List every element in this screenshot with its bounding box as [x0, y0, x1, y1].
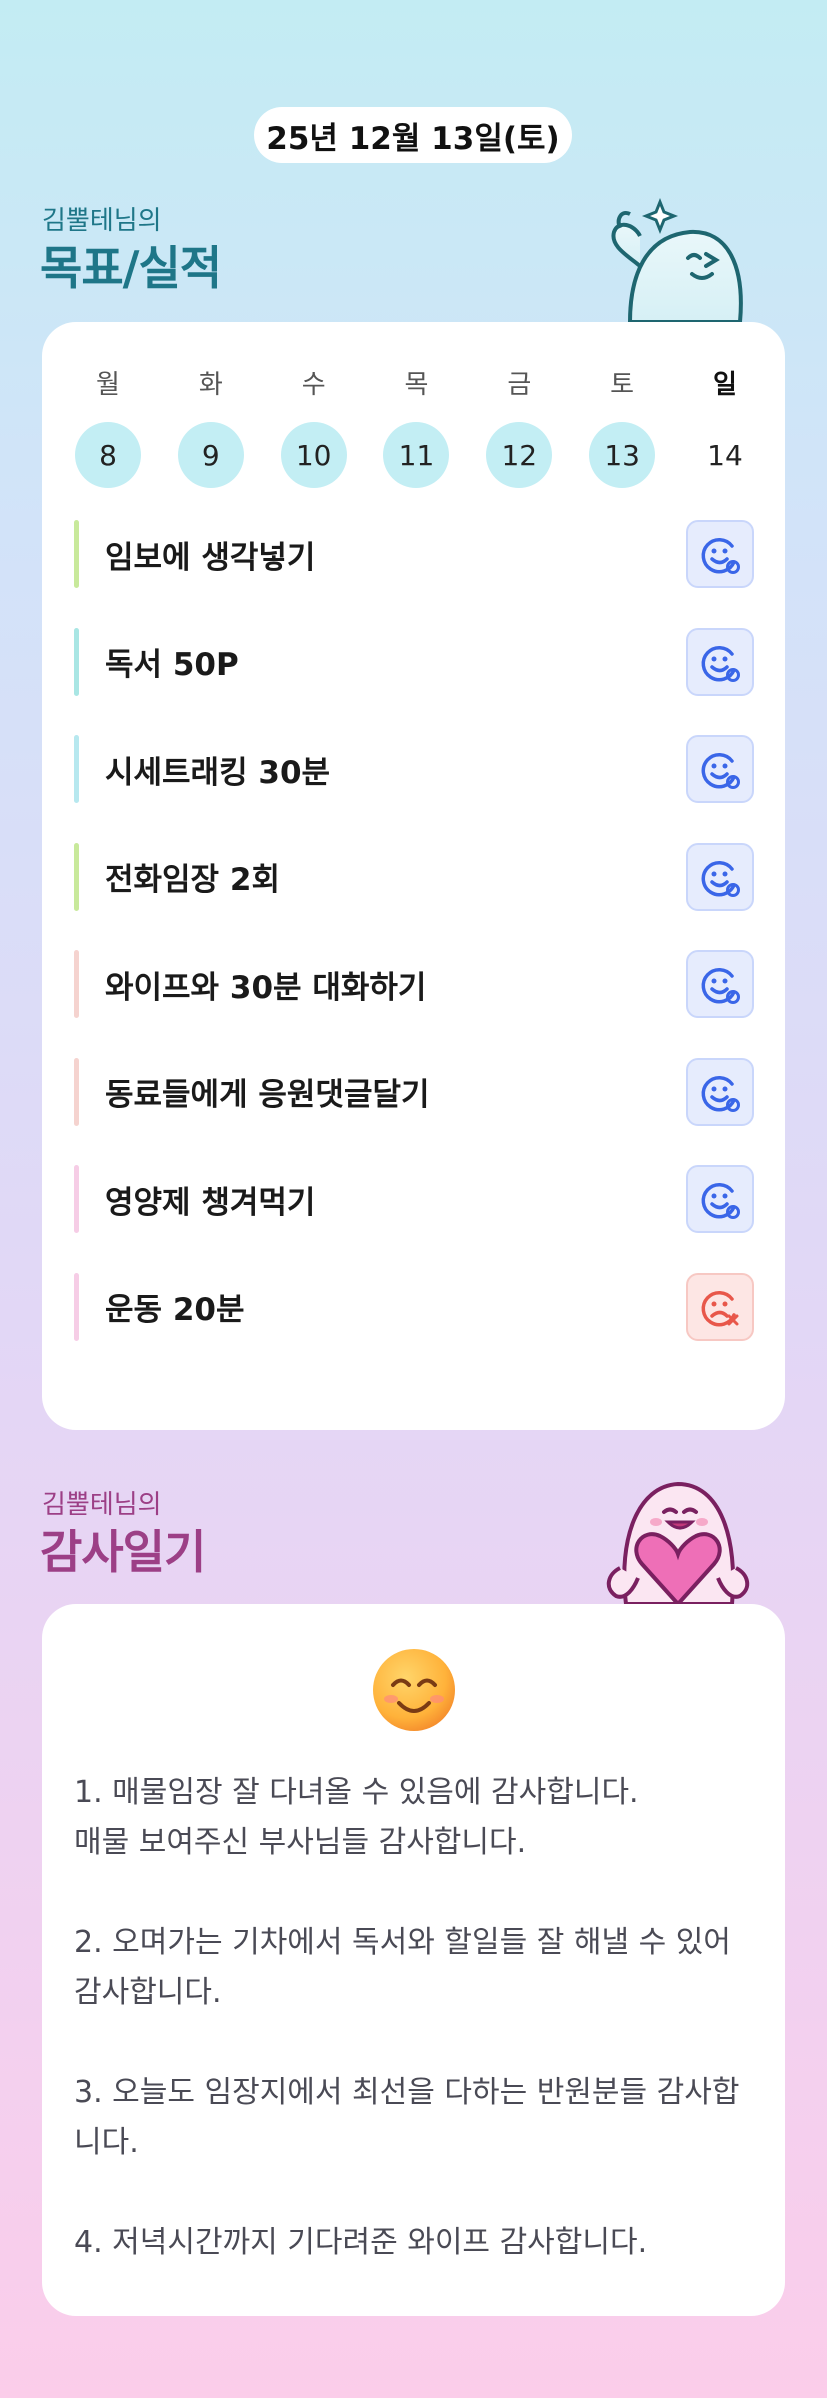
goal-status-done-button[interactable] [686, 735, 754, 803]
face-check-icon [701, 538, 740, 574]
goal-color-bar [74, 627, 79, 696]
date-pill[interactable]: 25년 12월 13일(토) [254, 107, 572, 163]
day-column[interactable]: 수 10 [280, 370, 348, 488]
day-column[interactable]: 화9 [177, 370, 245, 488]
goal-label: 동료들에게 응원댓글달기 [105, 1077, 430, 1113]
goal-row[interactable]: 독서 50P [74, 627, 754, 696]
goal-color-bar [74, 1272, 79, 1341]
goal-row[interactable]: 임보에 생각넣기 [74, 520, 754, 588]
goal-label: 시세트래킹 30분 [105, 754, 331, 791]
goals-card: 월 8 화 9 수 10 목 11 금 12 토 13 일 14 임보에 생각넣기 독서 50P 시세트래… [42, 322, 785, 1430]
day-date[interactable]: 11 [383, 422, 450, 488]
smiling-face-icon [373, 1649, 455, 1731]
goal-row[interactable]: 동료들에게 응원댓글달기 [74, 1057, 754, 1126]
goal-label: 운동 20분 [105, 1292, 245, 1328]
week-strip: 월 8 화 9 수 10 목 11 금 12 토 13 일 14 [74, 370, 759, 488]
day-name: 목 [404, 370, 429, 400]
face-check-icon [701, 860, 740, 897]
goal-color-bar [74, 1165, 79, 1233]
goal-color-bar [74, 520, 79, 588]
diary-title: 감사일기 [40, 1525, 206, 1579]
day-date[interactable]: 14 [692, 422, 758, 488]
gratitude-entry: 4. 저녁시간까지 기다려준 와이프 감사합니다. [74, 2225, 648, 2260]
face-check-icon [701, 1183, 740, 1219]
goal-label: 영양제 챙겨먹기 [105, 1184, 316, 1221]
day-column[interactable]: 일 14 [691, 370, 759, 488]
face-check-icon [701, 645, 740, 682]
goal-status-done-button[interactable] [686, 627, 754, 696]
goal-status-failed-button[interactable] [686, 1272, 754, 1341]
goal-color-bar [74, 1057, 79, 1126]
face-check-icon [701, 1075, 740, 1112]
day-column[interactable]: 월8 [74, 370, 142, 488]
goal-status-done-button[interactable] [686, 950, 754, 1018]
day-date[interactable]: 12 [486, 422, 553, 488]
day-column[interactable]: 토 13 [588, 370, 656, 488]
goal-row[interactable]: 시세트래킹 30분 [74, 735, 754, 803]
day-date[interactable]: 9 [177, 422, 244, 488]
goal-status-done-button[interactable] [686, 520, 754, 588]
goal-row[interactable]: 전화임장 2회 [74, 842, 754, 911]
day-column[interactable]: 금 12 [485, 370, 553, 488]
gratitude-entry: 3. 오늘도 임장지에서 최선을 다하는 반원분들 감사합니다. [74, 2075, 740, 2160]
day-name: 토 [610, 370, 635, 400]
mascot-ghost-icon [611, 197, 743, 322]
day-name: 금 [507, 370, 532, 400]
goals-title: 목표/실적 [40, 241, 222, 295]
gratitude-entry: 1. 매물임장 잘 다녀올 수 있음에 감사합니다. 매물 보여주신 부사님들 … [74, 1775, 639, 1860]
goal-row[interactable]: 와이프와 30분 대화하기 [74, 950, 754, 1018]
goal-color-bar [74, 950, 79, 1018]
day-date[interactable]: 8 [75, 422, 141, 488]
goal-status-done-button[interactable] [686, 1057, 754, 1126]
gratitude-entries: 1. 매물임장 잘 다녀올 수 있음에 감사합니다. 매물 보여주신 부사님들 … [74, 1768, 764, 2318]
goal-row[interactable]: 영양제 챙겨먹기 [74, 1165, 754, 1233]
goal-status-done-button[interactable] [686, 842, 754, 911]
goal-label: 독서 50P [105, 647, 239, 683]
goal-label: 와이프와 30분 대화하기 [105, 969, 427, 1006]
day-date[interactable]: 13 [589, 422, 656, 488]
face-check-icon [701, 968, 740, 1004]
goal-status-done-button[interactable] [686, 1165, 754, 1233]
goal-label: 전화임장 2회 [105, 862, 280, 898]
goal-color-bar [74, 735, 79, 803]
day-column[interactable]: 목 11 [382, 370, 450, 488]
day-name: 월 [96, 370, 120, 400]
face-check-icon [701, 753, 740, 789]
gratitude-entry: 2. 오며가는 기차에서 독서와 할일들 잘 해낼 수 있어 감사합니다. [74, 1925, 731, 2010]
mascot-heart-icon [606, 1481, 750, 1604]
day-name: 일 [713, 370, 737, 400]
day-date[interactable]: 10 [280, 422, 347, 488]
diary-card: 1. 매물임장 잘 다녀올 수 있음에 감사합니다. 매물 보여주신 부사님들 … [42, 1604, 785, 2316]
goal-label: 임보에 생각넣기 [105, 539, 316, 576]
goal-row[interactable]: 운동 20분 [74, 1272, 754, 1341]
day-name: 수 [301, 370, 326, 400]
day-name: 화 [198, 370, 223, 400]
goal-color-bar [74, 842, 79, 911]
face-fail-icon [701, 1290, 739, 1326]
